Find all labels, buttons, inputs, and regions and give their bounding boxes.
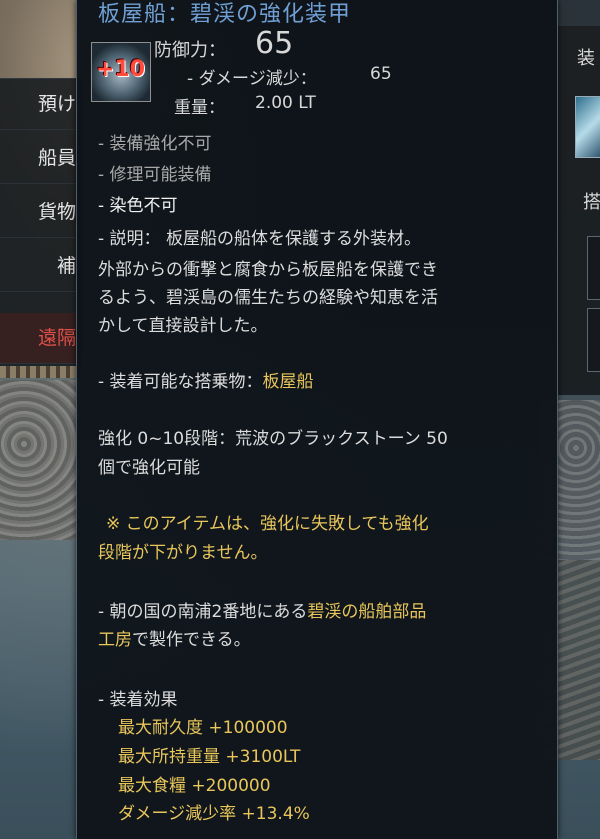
notice-line: 段階が下がりません。 <box>98 543 268 563</box>
right-panel-mount-label: 搭 <box>583 192 600 213</box>
notice-line: ※ このアイテムは、強化に失敗しても強化 <box>106 514 429 534</box>
left-menu-item-cargo[interactable]: 貨物 <box>0 187 76 238</box>
flag-no-dye: - 染色不可 <box>98 196 178 216</box>
item-title: 板屋船：碧渓の強化装甲 <box>98 2 352 27</box>
description-line: かして直接設計した。 <box>98 316 268 336</box>
flag-repairable: - 修理可能装備 <box>98 165 212 185</box>
left-panel-stripe <box>0 366 82 378</box>
weight-value: 2.00 LT <box>255 93 316 113</box>
left-menu-item-crew[interactable]: 船員 <box>0 133 76 184</box>
mountable-vehicle: - 装着可能な搭乗物：板屋船 <box>98 368 314 396</box>
flag-no-enhance: - 装備強化不可 <box>98 134 212 154</box>
effect-max-weight: 最大所持重量 +3100LT <box>118 747 301 767</box>
right-panel-equipment-label: 装 <box>577 48 595 69</box>
left-menu-item-supply[interactable]: 補 <box>0 241 76 292</box>
right-equipment-panel: 装 搭 <box>556 0 600 395</box>
enhance-level-badge: +10 <box>96 57 146 82</box>
effect-max-rations: 最大食糧 +200000 <box>118 776 271 796</box>
ship-armor-icon: +10 <box>91 42 151 102</box>
left-menu-item-storage[interactable]: 預け <box>0 79 76 130</box>
background-rocks <box>0 380 80 540</box>
craft-location-line: 工房で製作できる。 <box>98 626 251 654</box>
enhance-info-line: 強化 0~10段階：荒波のブラックストーン 50 <box>98 429 448 449</box>
description-line: - 説明： 板屋船の船体を保護する外装材。 <box>98 229 421 249</box>
left-menu-panel: 預け 船員 貨物 補 遠隔 <box>0 78 82 369</box>
defense-value: 65 <box>255 26 294 61</box>
effect-damage-reduction-rate: ダメージ減少率 +13.4% <box>118 804 310 824</box>
equipment-slot[interactable] <box>587 236 600 300</box>
craft-workshop-name: 碧渓の船舶部品 <box>307 602 427 622</box>
craft-location-suffix: で製作できる。 <box>132 630 251 650</box>
mountable-value: 板屋船 <box>262 372 314 392</box>
item-tooltip: 板屋船：碧渓の強化装甲 +10 防御力： 65 - ダメージ減少： 65 重量：… <box>76 0 558 839</box>
effect-max-durability: 最大耐久度 +100000 <box>118 718 288 738</box>
right-panel-header-bar <box>557 0 600 26</box>
craft-location-prefix: - 朝の国の南浦2番地にある <box>98 602 308 622</box>
craft-workshop-name-cont: 工房 <box>98 630 132 650</box>
damage-reduction-value: 65 <box>370 64 392 84</box>
defense-label: 防御力： <box>154 40 226 61</box>
weight-label: 重量： <box>174 98 225 118</box>
description-line: るよう、碧渓島の儒生たちの経験や知恵を活 <box>98 288 438 308</box>
mountable-label: - 装着可能な搭乗物： <box>98 372 263 392</box>
description-line: 外部からの衝撃と腐食から板屋船を保護でき <box>98 260 438 280</box>
left-menu-item-remote[interactable]: 遠隔 <box>0 313 76 364</box>
damage-reduction-label: - ダメージ減少： <box>187 69 317 89</box>
equipment-slot[interactable] <box>587 308 600 372</box>
effects-header: - 装着効果 <box>98 690 178 710</box>
equipped-item-icon[interactable] <box>575 96 600 158</box>
craft-location-line: - 朝の国の南浦2番地にある碧渓の船舶部品 <box>98 598 426 626</box>
enhance-info-line: 個で強化可能 <box>98 458 200 478</box>
